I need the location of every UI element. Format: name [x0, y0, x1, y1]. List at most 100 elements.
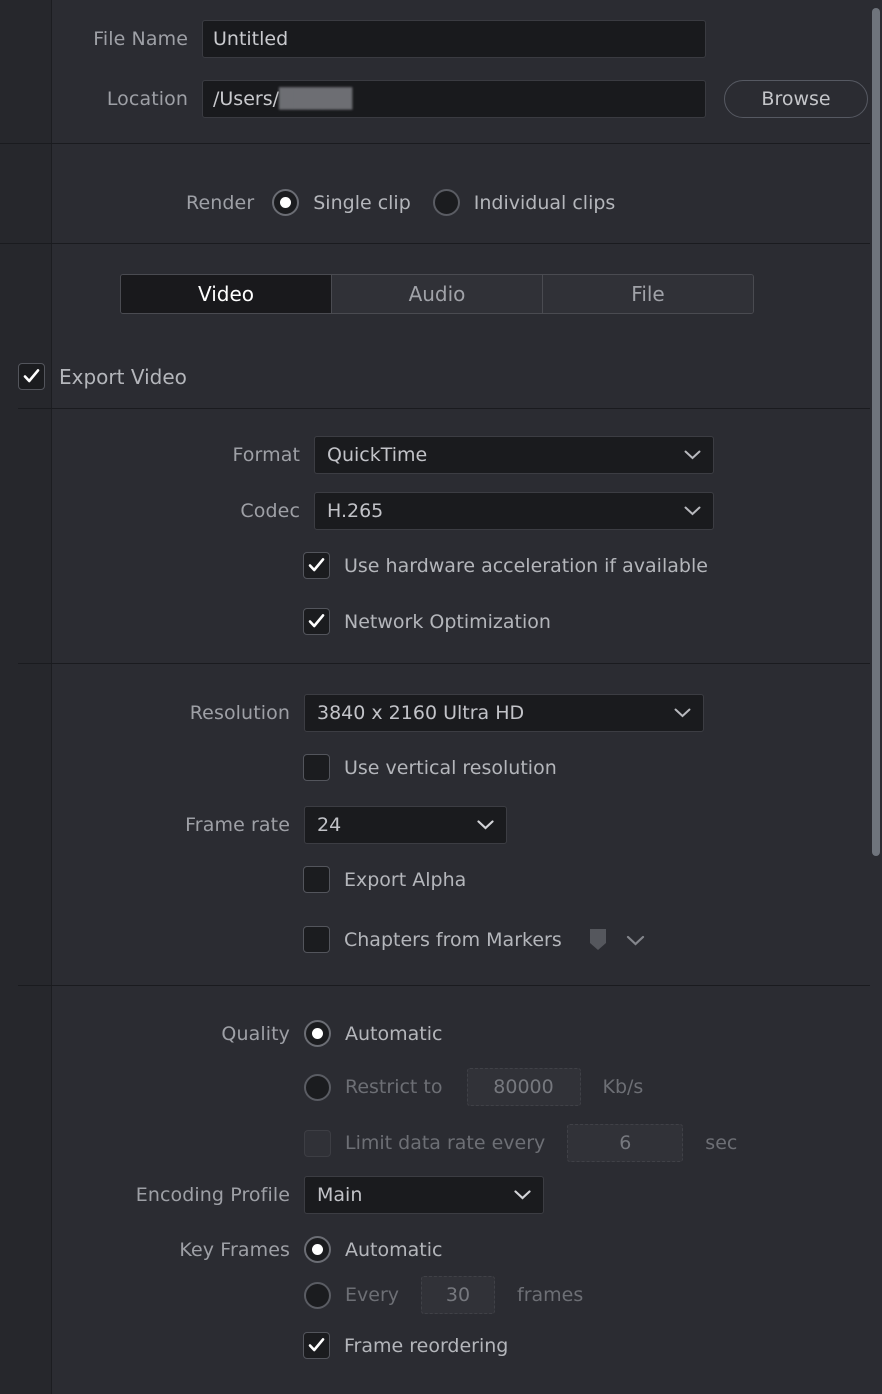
vertical-resolution-row: Use vertical resolution [303, 754, 557, 781]
keyframes-interval-input[interactable]: 30 [421, 1276, 495, 1314]
divider-render [0, 243, 882, 244]
scrollbar-thumb[interactable] [872, 8, 880, 856]
quality-row: Quality Automatic [52, 1020, 442, 1047]
location-label: Location [106, 88, 188, 110]
format-row: Format QuickTime [52, 436, 882, 474]
quality-label: Quality [221, 1022, 290, 1045]
key-frames-every-row: Every 30 frames [304, 1276, 583, 1314]
restrict-bitrate-value: 80000 [493, 1076, 554, 1098]
codec-row: Codec H.265 [52, 492, 882, 530]
radio-keyframes-automatic[interactable] [304, 1236, 331, 1263]
frame-rate-row: Frame rate 24 [52, 806, 882, 844]
settings-tabbar: Video Audio File [120, 274, 754, 314]
frame-rate-label: Frame rate [185, 814, 290, 836]
hardware-acceleration-row: Use hardware acceleration if available [303, 552, 708, 579]
key-frames-row: Key Frames Automatic [52, 1236, 442, 1263]
location-value-redacted: █████ [279, 88, 353, 110]
quality-restrict-row: Restrict to 80000 Kb/s [304, 1068, 643, 1106]
checkbox-vertical-resolution[interactable] [303, 754, 330, 781]
codec-label: Codec [240, 500, 300, 522]
codec-value: H.265 [327, 500, 384, 522]
format-value: QuickTime [327, 444, 428, 466]
codec-dropdown[interactable]: H.265 [314, 492, 714, 530]
encoding-profile-value: Main [317, 1184, 363, 1206]
format-dropdown[interactable]: QuickTime [314, 436, 714, 474]
format-label: Format [232, 444, 300, 466]
tab-audio[interactable]: Audio [332, 275, 543, 313]
encoding-profile-dropdown[interactable]: Main [304, 1176, 544, 1214]
checkbox-export-video[interactable] [18, 363, 45, 390]
checkbox-limit-data-rate[interactable] [304, 1129, 331, 1157]
chevron-down-icon [684, 506, 701, 516]
tab-video-label: Video [197, 282, 255, 306]
keyframes-interval-value: 30 [445, 1284, 471, 1306]
checkbox-hardware-acceleration[interactable] [303, 552, 330, 579]
divider-codec [18, 663, 872, 664]
radio-quality-restrict[interactable] [304, 1073, 331, 1101]
keyframes-interval-unit: frames [517, 1284, 584, 1306]
tab-audio-label: Audio [408, 282, 466, 306]
network-optimization-label: Network Optimization [344, 610, 551, 633]
radio-keyframes-every[interactable] [304, 1281, 331, 1309]
network-optimization-row: Network Optimization [303, 608, 551, 635]
limit-data-rate-label: Limit data rate every [345, 1132, 546, 1154]
tab-video[interactable]: Video [121, 275, 332, 313]
radio-quality-automatic[interactable] [304, 1020, 331, 1047]
divider-top [0, 143, 882, 144]
radio-single-clip-dot [280, 197, 292, 208]
frame-rate-value: 24 [317, 814, 342, 836]
tab-file[interactable]: File [543, 275, 753, 313]
frame-rate-dropdown[interactable]: 24 [304, 806, 507, 844]
divider-resolution [18, 985, 872, 986]
export-video-row: Export Video [18, 363, 187, 390]
location-row: Location /Users/█████ Browse [52, 80, 882, 118]
file-name-value: Untitled [213, 28, 289, 50]
resolution-row: Resolution 3840 x 2160 Ultra HD [52, 694, 882, 732]
checkbox-network-optimization[interactable] [303, 608, 330, 635]
render-mode-row: Render Single clip Individual clips [186, 189, 615, 216]
limit-data-rate-value: 6 [619, 1132, 632, 1154]
radio-keyframes-automatic-label: Automatic [345, 1238, 443, 1261]
export-video-label: Export Video [59, 364, 187, 389]
radio-single-clip[interactable] [272, 189, 300, 216]
checkbox-chapters-from-markers[interactable] [303, 926, 330, 953]
file-name-input[interactable]: Untitled [202, 20, 706, 58]
radio-keyframes-every-label: Every [345, 1284, 399, 1306]
radio-individual-clips[interactable] [432, 189, 460, 216]
check-icon [308, 1338, 325, 1352]
resolution-value: 3840 x 2160 Ultra HD [317, 702, 525, 724]
limit-data-rate-row: Limit data rate every 6 sec [304, 1124, 737, 1162]
file-name-label: File Name [93, 28, 188, 50]
chevron-down-icon [514, 1190, 531, 1200]
frame-reordering-label: Frame reordering [344, 1334, 509, 1357]
tab-file-label: File [631, 282, 665, 306]
chevron-down-icon [684, 450, 701, 460]
location-input[interactable]: /Users/█████ [202, 80, 706, 118]
radio-keyframes-automatic-dot [312, 1244, 323, 1255]
browse-button-label: Browse [761, 88, 831, 110]
check-icon [23, 369, 40, 383]
render-settings-panel: File Name Untitled Location /Users/█████… [0, 0, 882, 1394]
marker-flag-icon[interactable] [588, 928, 608, 952]
checkbox-export-alpha[interactable] [303, 866, 330, 893]
location-value: /Users/ [213, 88, 280, 110]
frame-reordering-row: Frame reordering [303, 1332, 508, 1359]
scrollbar-track[interactable] [870, 0, 882, 1394]
chevron-down-icon [674, 708, 691, 718]
resolution-label: Resolution [189, 702, 290, 724]
encoding-profile-row: Encoding Profile Main [52, 1176, 882, 1214]
check-icon [308, 558, 325, 572]
file-name-row: File Name Untitled [52, 20, 882, 58]
chevron-down-icon[interactable] [626, 935, 644, 946]
render-label: Render [186, 191, 255, 214]
left-rail [0, 0, 52, 1394]
checkbox-frame-reordering[interactable] [303, 1332, 330, 1359]
radio-quality-restrict-label: Restrict to [345, 1076, 443, 1098]
vertical-resolution-label: Use vertical resolution [344, 756, 557, 779]
restrict-bitrate-input[interactable]: 80000 [466, 1068, 581, 1106]
limit-data-rate-input[interactable]: 6 [567, 1124, 684, 1162]
divider-export-video [18, 408, 872, 409]
resolution-dropdown[interactable]: 3840 x 2160 Ultra HD [304, 694, 704, 732]
browse-button[interactable]: Browse [724, 80, 868, 118]
hardware-acceleration-label: Use hardware acceleration if available [344, 554, 708, 577]
